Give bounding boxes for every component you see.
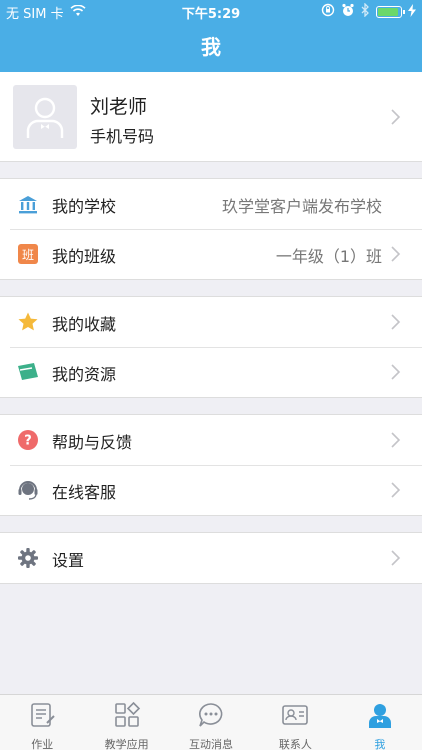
row-label: 我的学校 (52, 197, 117, 216)
rotation-lock-icon (321, 3, 335, 21)
contacts-icon (281, 701, 309, 729)
row-label: 设置 (52, 551, 85, 570)
nav-bar: 我 (0, 22, 422, 72)
row-label: 在线客服 (52, 483, 117, 502)
class-icon: 班 (17, 243, 39, 265)
chevron-right-icon (391, 109, 401, 125)
row-online-service[interactable]: 在线客服 (0, 465, 422, 515)
chevron-right-icon (391, 364, 401, 380)
profile-row[interactable]: 刘老师 手机号码 (0, 72, 422, 162)
headset-icon (17, 479, 39, 501)
group-support: ? 帮助与反馈 在线客服 (0, 414, 422, 516)
row-label: 帮助与反馈 (52, 433, 133, 452)
battery-icon (376, 6, 405, 18)
apps-icon (113, 701, 141, 729)
row-settings[interactable]: 设置 (0, 533, 422, 583)
page-title: 我 (201, 35, 221, 59)
tab-homework[interactable]: 作业 (0, 695, 84, 750)
chevron-right-icon (391, 314, 401, 330)
school-name-value: 玖学堂客户端发布学校 (221, 197, 382, 216)
group-school: 我的学校 玖学堂客户端发布学校 班 我的班级 一年级（1）班 (0, 178, 422, 280)
tab-label: 教学应用 (104, 738, 149, 750)
profile-phone-label: 手机号码 (90, 127, 155, 146)
chevron-right-icon (391, 550, 401, 566)
tab-teaching-apps[interactable]: 教学应用 (84, 695, 168, 750)
row-label: 我的收藏 (52, 315, 117, 334)
tab-label: 我 (374, 738, 386, 750)
bluetooth-icon (361, 2, 370, 21)
profile-name: 刘老师 (90, 96, 148, 118)
star-icon (17, 311, 39, 333)
charging-icon (408, 3, 416, 21)
avatar (13, 85, 77, 149)
help-icon: ? (17, 429, 39, 451)
row-label: 我的资源 (52, 365, 117, 384)
school-icon (17, 193, 39, 215)
status-bar: 无 SIM 卡 下午5:29 (0, 0, 422, 22)
alarm-icon (341, 3, 355, 21)
row-label: 我的班级 (52, 247, 117, 266)
group-collections: 我的收藏 我的资源 (0, 296, 422, 398)
chevron-right-icon (391, 246, 401, 262)
chevron-right-icon (391, 432, 401, 448)
me-icon (366, 701, 394, 729)
resource-icon (17, 361, 39, 383)
group-settings: 设置 (0, 532, 422, 584)
tab-label: 联系人 (278, 738, 312, 750)
chevron-right-icon (391, 482, 401, 498)
class-name-value: 一年级（1）班 (275, 247, 382, 266)
svg-text:?: ? (24, 434, 32, 449)
user-placeholder-icon (26, 97, 64, 138)
homework-icon (28, 701, 56, 729)
row-my-resources[interactable]: 我的资源 (0, 347, 422, 397)
svg-text:班: 班 (22, 248, 34, 262)
row-my-favorites[interactable]: 我的收藏 (0, 297, 422, 347)
row-help-feedback[interactable]: ? 帮助与反馈 (0, 415, 422, 465)
tab-bar: 作业 教学应用 互动消息 联系人 我 (0, 694, 422, 750)
chat-icon (197, 701, 225, 729)
tab-me[interactable]: 我 (338, 695, 422, 750)
row-my-class[interactable]: 班 我的班级 一年级（1）班 (0, 229, 422, 279)
row-my-school[interactable]: 我的学校 玖学堂客户端发布学校 (0, 179, 422, 229)
tab-contacts[interactable]: 联系人 (253, 695, 337, 750)
tab-label: 作业 (31, 738, 54, 750)
gear-icon (17, 547, 39, 569)
tab-label: 互动消息 (189, 738, 234, 750)
tab-messages[interactable]: 互动消息 (169, 695, 253, 750)
